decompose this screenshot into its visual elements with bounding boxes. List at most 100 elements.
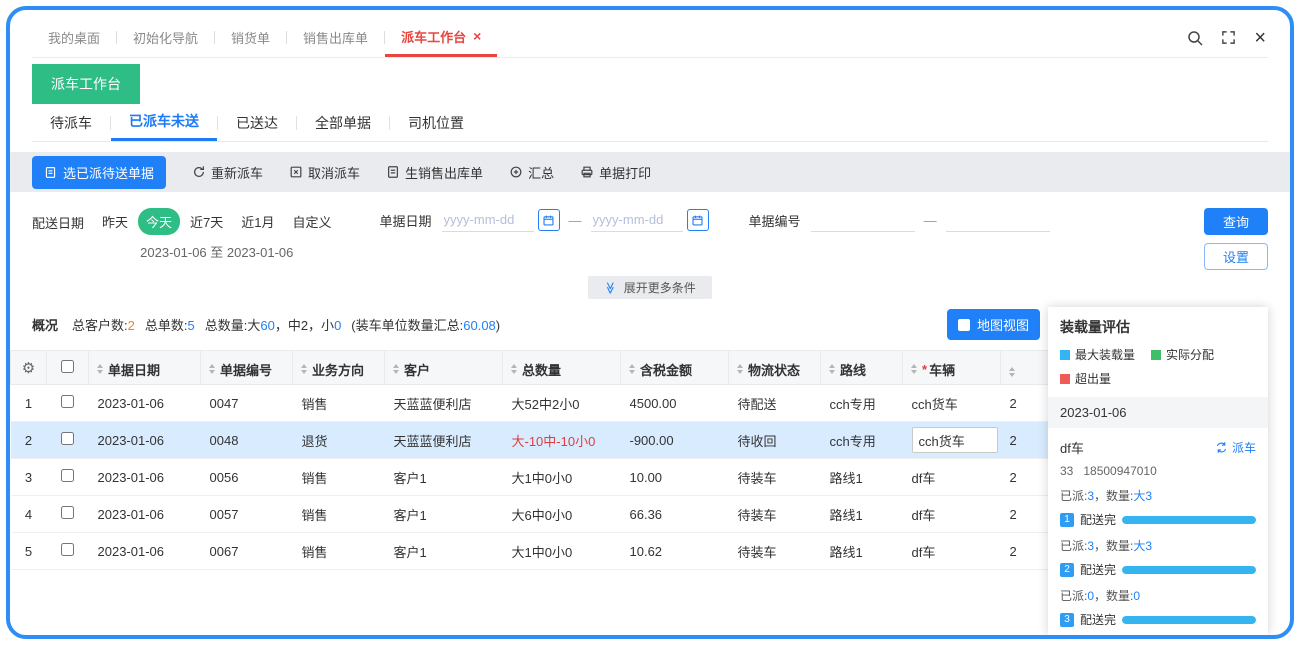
close-icon[interactable]: × [1254,28,1266,48]
dispatch-link[interactable]: 派车 [1215,439,1256,456]
quick-last-month[interactable]: 近1月 [233,208,282,235]
row-checkbox[interactable] [61,543,74,556]
tab-sales-order[interactable]: 销货单 [215,18,286,57]
generate-outbound-button[interactable]: 生销售出库单 [386,163,483,182]
tab-sales-outbound[interactable]: 销售出库单 [287,18,384,57]
fullscreen-icon[interactable] [1221,30,1236,45]
summarize-button[interactable]: 汇总 [509,163,554,182]
select-all-cell [46,350,89,385]
cell-logistics-status: 待收回 [728,421,821,459]
cell-amount: 10.00 [620,458,729,496]
doc-no-end-input[interactable] [945,208,1050,232]
stat-value: 60.08 [463,318,496,333]
doc-date-end-input[interactable] [590,208,683,232]
doc-date-start-input[interactable] [441,208,534,232]
sort-icon[interactable] [829,364,835,375]
doc-no-start-input[interactable] [810,208,915,232]
cell-total-qty: 大-10中-10小0 [502,421,621,459]
quick-today[interactable]: 今天 [138,208,181,235]
cell-logistics-status: 待装车 [728,458,821,496]
quick-custom[interactable]: 自定义 [285,208,340,235]
table-row[interactable]: 1 2023-01-06 0047 销售 天蓝蓝便利店 大52中2小0 4500… [10,384,1048,422]
sort-icon[interactable] [911,364,917,375]
green-square-icon [1151,349,1162,360]
row-checkbox[interactable] [61,395,74,408]
cell-total-qty: 大1中0小0 [502,458,621,496]
sort-icon[interactable] [301,364,307,375]
quick-last7days[interactable]: 近7天 [182,208,231,235]
gear-icon[interactable]: ⚙ [22,360,35,377]
table-row[interactable]: 4 2023-01-06 0057 销售 客户1 大6中0小0 66.36 待装… [10,495,1048,533]
chevron-down-icon: ≫ [603,281,618,294]
cell-row-index: 3 [10,458,47,496]
button-label: 汇总 [528,165,555,181]
tab-dispatch-workbench[interactable]: 派车工作台 × [385,18,498,57]
sort-icon[interactable] [629,364,635,375]
sort-icon[interactable] [511,364,517,375]
settings-button[interactable]: 设置 [1204,243,1268,270]
col-logistics-status[interactable]: 物流状态 [728,350,821,385]
dispatch-icon [1215,441,1228,454]
cancel-dispatch-button[interactable]: 取消派车 [289,163,360,182]
col-customer[interactable]: 客户 [384,350,503,385]
column-label: 单据日期 [108,362,161,378]
range-separator: — [568,212,582,228]
sort-icon[interactable] [737,364,743,375]
col-amount[interactable]: 含税金额 [620,350,729,385]
col-route[interactable]: 路线 [820,350,903,385]
tab-close-icon[interactable]: × [473,28,481,44]
col-direction[interactable]: 业务方向 [292,350,385,385]
cell-checkbox [46,495,89,533]
table-row-selected[interactable]: 2 2023-01-06 0048 退货 天蓝蓝便利店 大-10中-10小0 -… [10,421,1048,459]
calendar-icon[interactable] [537,209,560,231]
expand-more-button[interactable]: ≫ 展开更多条件 [588,276,712,299]
col-partial[interactable] [1000,350,1048,385]
sort-icon[interactable] [1009,366,1015,377]
quick-yesterday[interactable]: 昨天 [94,208,136,235]
subtab-all-documents[interactable]: 全部单据 [297,104,389,141]
cell-total-qty: 大1中0小0 [502,532,621,570]
cell-total-qty: 大52中2小0 [502,384,621,422]
cell-row-index: 2 [10,421,47,459]
table-row[interactable]: 5 2023-01-06 0067 销售 客户1 大1中0小0 10.62 待装… [10,532,1048,570]
sort-icon[interactable] [97,364,103,375]
table-row[interactable]: 3 2023-01-06 0056 销售 客户1 大1中0小0 10.00 待装… [10,458,1048,496]
tab-my-desktop[interactable]: 我的桌面 [32,18,116,57]
column-settings[interactable]: ⚙ [10,350,47,385]
search-icon[interactable] [1187,30,1203,46]
row-checkbox[interactable] [61,432,74,445]
col-doc-no[interactable]: 单据编号 [200,350,293,385]
print-button[interactable]: 单据打印 [580,163,651,182]
query-button[interactable]: 查询 [1204,208,1268,235]
main-area: 概况 总客户数:2 总单数:5 总数量:大60，中2，小0 (装车单位数量汇总:… [10,307,1048,635]
stop-info-value: 大3 [1133,539,1153,553]
sort-icon[interactable] [393,364,399,375]
redispatch-button[interactable]: 重新派车 [192,163,263,182]
col-doc-date[interactable]: 单据日期 [88,350,201,385]
subtab-delivered[interactable]: 已送达 [218,104,296,141]
col-total-qty[interactable]: 总数量 [502,350,621,385]
map-view-button[interactable]: 地图视图 [946,309,1040,340]
cell-checkbox [46,532,89,570]
filter-bar: 配送日期 昨天 今天 近7天 近1月 自定义 2023-01-06 至 2023… [10,192,1290,274]
tab-init-nav[interactable]: 初始化导航 [117,18,214,57]
cell-partial: 2 [1000,495,1048,533]
subtab-to-dispatch[interactable]: 待派车 [32,104,110,141]
vehicle-edit-input[interactable] [911,427,998,453]
subtab-driver-location[interactable]: 司机位置 [390,104,482,141]
select-dispatched-docs-button[interactable]: 选已派待送单据 [32,155,167,189]
row-checkbox[interactable] [61,469,74,482]
cell-partial: 2 [1000,532,1048,570]
cell-route: cch专用 [820,421,903,459]
sort-icon[interactable] [209,364,215,375]
subtab-dispatched-undelivered[interactable]: 已派车未送 [111,104,217,141]
cancel-icon [289,165,303,179]
vehicle-row: df车 派车 [1060,438,1256,457]
stat-value: 60 [260,318,275,333]
legend-actual-allocation: 实际分配 [1151,346,1214,363]
select-all-checkbox[interactable] [61,359,74,373]
col-vehicle[interactable]: * 车辆 [902,350,1001,385]
stop-info-label: ，数量: [1094,589,1134,603]
calendar-icon[interactable] [686,209,709,231]
row-checkbox[interactable] [61,506,74,519]
